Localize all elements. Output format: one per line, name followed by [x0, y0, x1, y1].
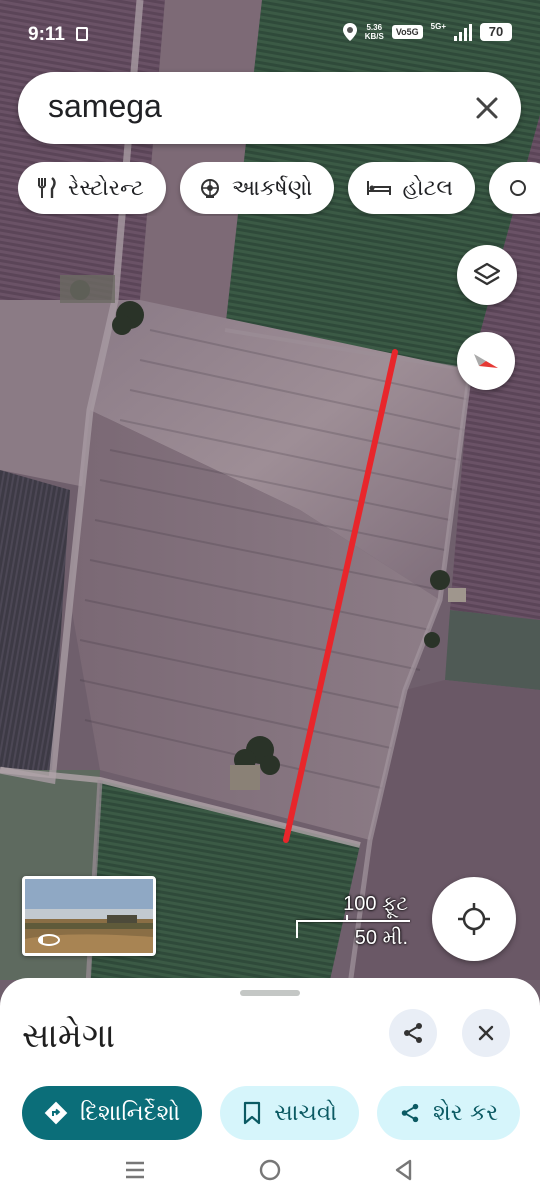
home-icon[interactable] — [258, 1158, 282, 1182]
directions-icon — [44, 1101, 68, 1125]
hotel-icon — [367, 181, 392, 195]
street-view-360-icon — [38, 934, 60, 946]
chip-label: રેસ્ટોરન્ટ — [68, 175, 144, 201]
my-location-icon — [458, 903, 490, 935]
network-speed-value: 5.36 — [366, 23, 383, 32]
chip-attractions[interactable]: આકર્ષણો — [179, 162, 335, 214]
my-location-button[interactable] — [432, 877, 516, 961]
system-nav-bar — [0, 1140, 540, 1200]
share-label: શેર કર — [433, 1100, 499, 1126]
save-button[interactable]: સાચવો — [220, 1086, 359, 1140]
place-actions: દિશાનિર્દેશો સાચવો શેર કર — [22, 1086, 540, 1142]
media-notification-icon — [76, 27, 88, 41]
scale-tick — [346, 915, 348, 922]
scale-meters: 50 મી. — [354, 927, 408, 949]
sheet-drag-handle[interactable] — [240, 990, 300, 996]
network-speed: 5.36 KB/S — [365, 23, 384, 41]
battery-indicator: 70 — [480, 23, 512, 41]
chip-hotels[interactable]: હોટલ — [348, 162, 476, 214]
back-icon[interactable] — [392, 1158, 416, 1182]
scale-feet: 100 ફૂટ — [343, 893, 408, 915]
signal-strength-icon — [454, 23, 472, 41]
save-label: સાચવો — [274, 1100, 337, 1126]
attraction-icon — [200, 179, 219, 198]
directions-label: દિશાનિર્દેશો — [80, 1100, 181, 1126]
scale-bar — [296, 920, 410, 922]
restaurant-icon — [38, 177, 56, 198]
compass-button[interactable] — [457, 332, 515, 390]
share-icon — [404, 1023, 422, 1043]
scale-tick — [296, 920, 298, 938]
chip-label: હોટલ — [402, 175, 454, 201]
layers-icon — [473, 262, 501, 286]
compass-icon — [474, 354, 498, 368]
map-scale: 100 ફૂટ 50 મી. — [296, 893, 412, 953]
search-bar[interactable]: samega — [18, 72, 521, 144]
search-input[interactable]: samega — [48, 88, 162, 125]
more-icon — [510, 180, 527, 196]
chip-restaurants[interactable]: રેસ્ટોરન્ટ — [18, 162, 166, 214]
layers-button[interactable] — [457, 245, 517, 305]
network-speed-unit: KB/S — [364, 32, 384, 41]
street-view-thumbnail[interactable] — [22, 876, 156, 956]
share-action-button[interactable]: શેર કર — [377, 1086, 521, 1140]
bookmark-icon — [244, 1101, 261, 1125]
status-icons: 5.36 KB/S Vo5G 5G+ 70 — [342, 21, 512, 41]
recent-apps-icon[interactable] — [123, 1158, 147, 1182]
close-icon — [478, 1025, 494, 1041]
location-pin-icon — [342, 23, 357, 41]
close-sheet-button[interactable] — [462, 1009, 510, 1057]
status-bar: 9:11 5.36 KB/S Vo5G 5G+ 70 — [0, 0, 540, 70]
share-icon — [401, 1103, 419, 1123]
place-title: સામેગા — [22, 1016, 116, 1056]
volte-badge: Vo5G — [391, 25, 423, 39]
share-button[interactable] — [389, 1009, 437, 1057]
directions-button[interactable]: દિશાનિર્દેશો — [22, 1086, 203, 1140]
chip-more[interactable] — [489, 162, 540, 214]
close-icon[interactable] — [471, 92, 503, 124]
signal-type: 5G+ — [430, 21, 446, 31]
status-time: 9:11 — [28, 24, 65, 45]
chip-label: આકર્ષણો — [231, 175, 313, 201]
category-chips: રેસ્ટોરન્ટ આકર્ષણો હોટલ — [18, 162, 540, 216]
